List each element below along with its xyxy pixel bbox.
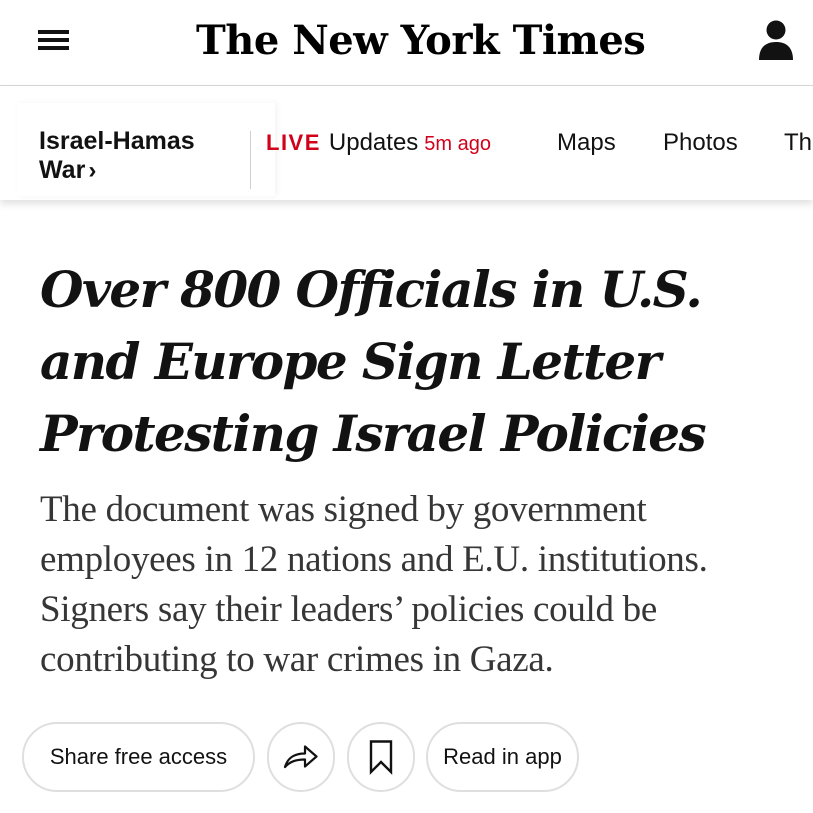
share-button[interactable] (267, 722, 335, 792)
share-free-access-button[interactable]: Share free access (22, 722, 255, 792)
nyt-logo[interactable]: The New York Times (196, 10, 646, 72)
read-in-app-button[interactable]: Read in app (426, 722, 579, 792)
nav-item-truncated[interactable]: Th (784, 129, 812, 157)
account-icon[interactable] (758, 19, 794, 61)
section-nav: Israel-Hamas War › LIVE Updates 5m ago Maps… (0, 86, 813, 200)
masthead: The New York Times (0, 0, 813, 86)
article-headline: Over 800 Officials in U.S. and Europe Si… (40, 260, 707, 463)
live-badge: LIVE (266, 130, 321, 155)
bookmark-icon (369, 740, 393, 775)
nav-item-photos[interactable]: Photos (663, 129, 738, 157)
nav-item-live-updates[interactable]: LIVE Updates 5m ago (266, 129, 491, 157)
article-summary: The document was signed by government em… (40, 489, 708, 680)
live-updates-label: Updates (328, 129, 419, 156)
topic-label: Israel-Hamas War › (39, 127, 219, 185)
divider (250, 131, 251, 189)
read-in-app-label: Read in app (443, 744, 562, 769)
live-timestamp: 5m ago (424, 133, 492, 155)
hamburger-menu-icon[interactable] (38, 29, 70, 51)
topic-link-israel-hamas-war[interactable]: Israel-Hamas War › (17, 103, 275, 196)
save-button[interactable] (347, 722, 415, 792)
chevron-right-icon: › (88, 157, 97, 184)
share-arrow-icon (283, 745, 318, 769)
nav-item-maps[interactable]: Maps (557, 129, 616, 157)
share-free-access-label: Share free access (49, 744, 228, 769)
topic-label-text: Israel-Hamas War (39, 127, 195, 184)
